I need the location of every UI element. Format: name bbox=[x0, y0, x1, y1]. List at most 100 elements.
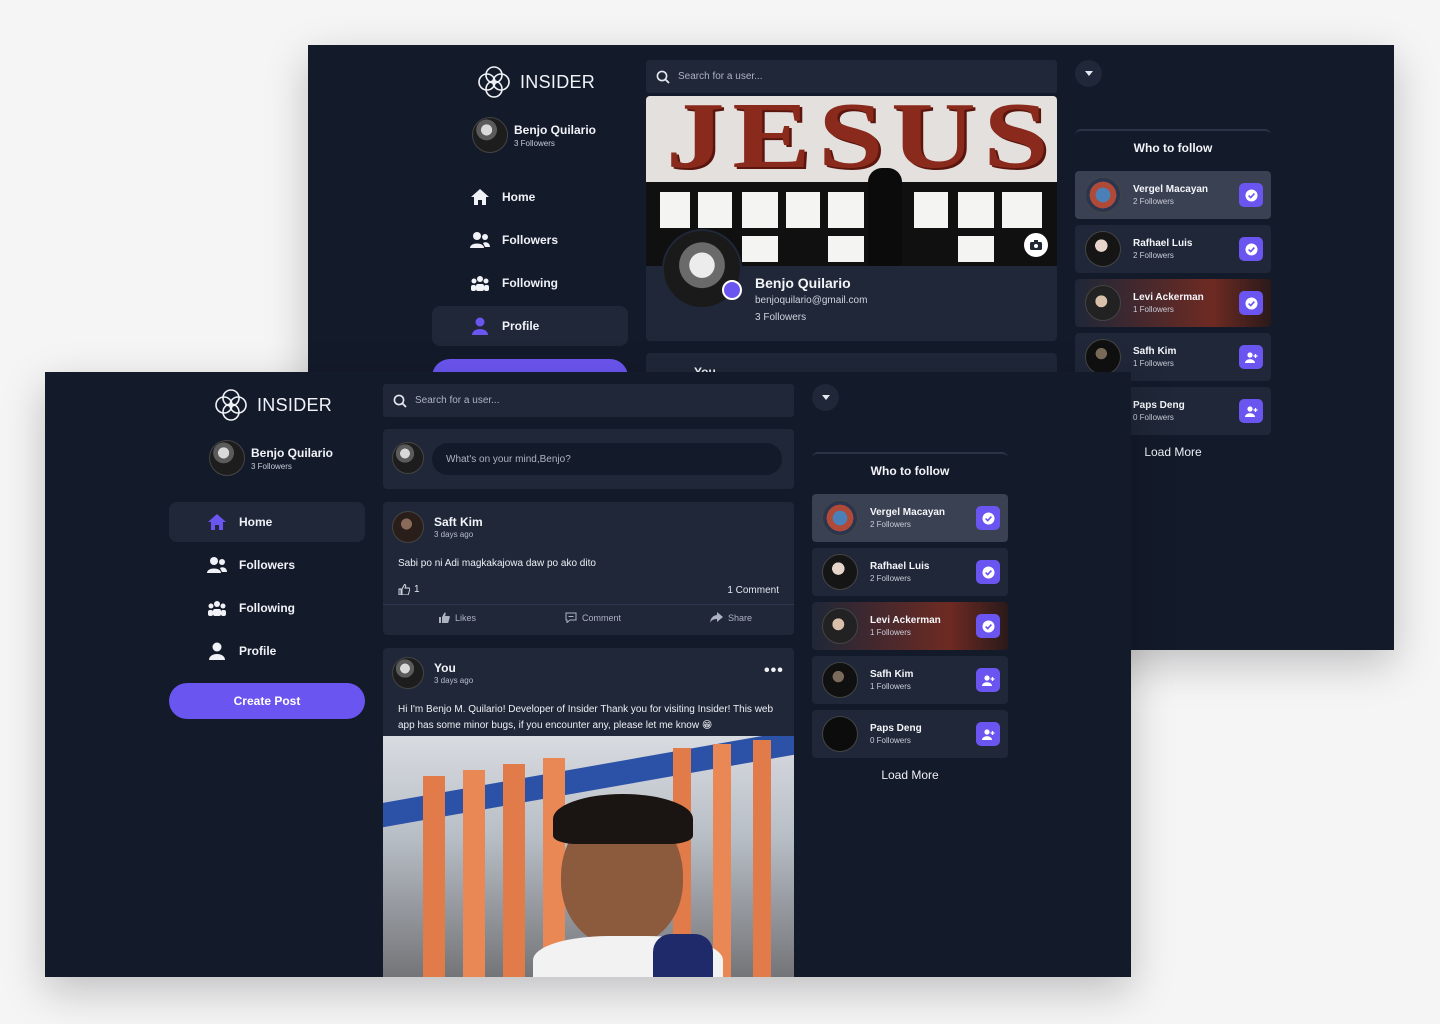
app-logo[interactable]: INSIDER bbox=[213, 388, 332, 422]
nav-item-followers[interactable]: Followers bbox=[169, 545, 365, 585]
sidebar-nav: Home Followers Following Profile bbox=[169, 502, 365, 674]
nav-item-followers[interactable]: Followers bbox=[432, 220, 628, 260]
follow-button[interactable] bbox=[976, 668, 1000, 692]
followed-button[interactable] bbox=[1239, 291, 1263, 315]
change-avatar-button[interactable] bbox=[722, 280, 742, 300]
add-user-icon bbox=[981, 674, 994, 686]
app-name: INSIDER bbox=[520, 71, 596, 92]
avatar bbox=[822, 608, 858, 644]
check-circle-icon bbox=[1245, 297, 1257, 309]
comment-count[interactable]: 1 Comment bbox=[727, 585, 779, 596]
account-menu-button[interactable] bbox=[812, 384, 839, 411]
insider-logo-icon bbox=[215, 389, 247, 421]
suggestion-followers: 1 Followers bbox=[870, 682, 911, 691]
nav-item-profile[interactable]: Profile bbox=[169, 631, 365, 671]
followed-button[interactable] bbox=[976, 614, 1000, 638]
search-bar[interactable]: Search for a user... bbox=[646, 60, 1057, 93]
share-label: Share bbox=[728, 612, 753, 623]
sidebar-user[interactable]: Benjo Quilario 3 Followers bbox=[472, 117, 596, 153]
like-label: Likes bbox=[455, 612, 477, 623]
photo-strap bbox=[653, 934, 713, 977]
insider-logo-icon bbox=[478, 66, 510, 98]
search-input[interactable]: Search for a user... bbox=[678, 71, 763, 82]
follow-button[interactable] bbox=[1239, 399, 1263, 423]
suggestion-followers: 2 Followers bbox=[870, 520, 911, 529]
cover-tile bbox=[828, 236, 864, 262]
search-input[interactable]: Search for a user... bbox=[415, 395, 500, 406]
post-image[interactable] bbox=[383, 736, 794, 977]
share-button[interactable]: Share bbox=[710, 612, 752, 623]
follow-suggestion[interactable]: Rafhael Luis 2 Followers bbox=[1075, 225, 1271, 273]
follow-suggestion[interactable]: Levi Ackerman 1 Followers bbox=[1075, 279, 1271, 327]
following-icon bbox=[471, 276, 489, 291]
search-bar[interactable]: Search for a user... bbox=[383, 384, 794, 417]
suggestion-followers: 1 Followers bbox=[1133, 305, 1174, 314]
follow-suggestion[interactable]: Vergel Macayan 2 Followers bbox=[812, 494, 1008, 542]
cover-tile bbox=[914, 192, 948, 228]
check-circle-icon bbox=[1245, 243, 1257, 255]
cover-tile bbox=[958, 236, 994, 262]
comment-button[interactable]: Comment bbox=[565, 612, 621, 623]
photo-bar bbox=[713, 744, 731, 977]
user-followers: 3 Followers bbox=[251, 461, 292, 471]
cover-person bbox=[868, 168, 902, 266]
app-logo[interactable]: INSIDER bbox=[476, 65, 595, 99]
post-author[interactable]: Saft Kim bbox=[434, 515, 483, 529]
sidebar-user[interactable]: Benjo Quilario 3 Followers bbox=[209, 440, 333, 476]
follow-suggestion[interactable]: Levi Ackerman 1 Followers bbox=[812, 602, 1008, 650]
camera-icon bbox=[1030, 240, 1042, 250]
create-post-button[interactable]: Create Post bbox=[169, 683, 365, 719]
post-author[interactable]: You bbox=[434, 661, 456, 675]
share-icon bbox=[710, 612, 723, 623]
suggestion-followers: 2 Followers bbox=[1133, 251, 1174, 260]
user-name: Benjo Quilario bbox=[514, 122, 597, 137]
post-options-button[interactable]: ••• bbox=[764, 662, 784, 680]
sidebar-nav: Home Followers Following Profile bbox=[432, 177, 628, 349]
search-icon bbox=[393, 394, 407, 408]
cover-text: JESUS bbox=[666, 96, 1057, 188]
followed-button[interactable] bbox=[1239, 237, 1263, 261]
avatar bbox=[822, 554, 858, 590]
nav-item-profile[interactable]: Profile bbox=[432, 306, 628, 346]
follow-suggestion[interactable]: Rafhael Luis 2 Followers bbox=[812, 548, 1008, 596]
nav-label: Home bbox=[502, 190, 536, 204]
nav-label: Followers bbox=[502, 233, 559, 247]
account-menu-button[interactable] bbox=[1075, 60, 1102, 87]
suggestion-name: Rafhael Luis bbox=[1133, 238, 1193, 249]
post-card: You 3 days ago ••• Hi I'm Benjo M. Quila… bbox=[383, 648, 794, 977]
user-followers: 3 Followers bbox=[514, 138, 555, 148]
photo-bar bbox=[503, 764, 525, 977]
avatar bbox=[1085, 231, 1121, 267]
follow-suggestion[interactable]: Paps Deng 0 Followers bbox=[812, 710, 1008, 758]
who-to-follow-panel: Who to follow Vergel Macayan 2 Followers … bbox=[812, 452, 1008, 782]
like-button[interactable]: Likes bbox=[438, 612, 476, 623]
follow-suggestion[interactable]: Safh Kim 1 Followers bbox=[812, 656, 1008, 704]
follow-button[interactable] bbox=[1239, 345, 1263, 369]
post-time: 3 days ago bbox=[434, 676, 474, 685]
nav-item-following[interactable]: Following bbox=[169, 588, 365, 628]
profile-email: benjoquilario@gmail.com bbox=[755, 295, 868, 306]
nav-label: Followers bbox=[239, 558, 296, 572]
add-user-icon bbox=[981, 728, 994, 740]
suggestion-name: Paps Deng bbox=[870, 723, 922, 734]
change-cover-button[interactable] bbox=[1024, 233, 1048, 257]
nav-item-following[interactable]: Following bbox=[432, 263, 628, 303]
followed-button[interactable] bbox=[976, 560, 1000, 584]
suggestion-name: Vergel Macayan bbox=[1133, 184, 1209, 195]
photo-bar bbox=[463, 770, 485, 977]
followed-button[interactable] bbox=[976, 506, 1000, 530]
follow-button[interactable] bbox=[976, 722, 1000, 746]
avatar bbox=[822, 662, 858, 698]
add-user-icon bbox=[1244, 351, 1257, 363]
composer-input[interactable]: What's on your mind,Benjo? bbox=[432, 443, 782, 475]
suggestion-followers: 1 Followers bbox=[870, 628, 911, 637]
nav-item-home[interactable]: Home bbox=[432, 177, 628, 217]
home-screen: INSIDER Benjo Quilario 3 Followers Home … bbox=[45, 372, 1131, 977]
nav-item-home[interactable]: Home bbox=[169, 502, 365, 542]
follow-suggestion[interactable]: Vergel Macayan 2 Followers bbox=[1075, 171, 1271, 219]
followed-button[interactable] bbox=[1239, 183, 1263, 207]
load-more-button[interactable]: Load More bbox=[812, 768, 1008, 782]
avatar bbox=[822, 716, 858, 752]
check-circle-icon bbox=[982, 512, 994, 524]
suggestion-name: Vergel Macayan bbox=[870, 507, 946, 518]
